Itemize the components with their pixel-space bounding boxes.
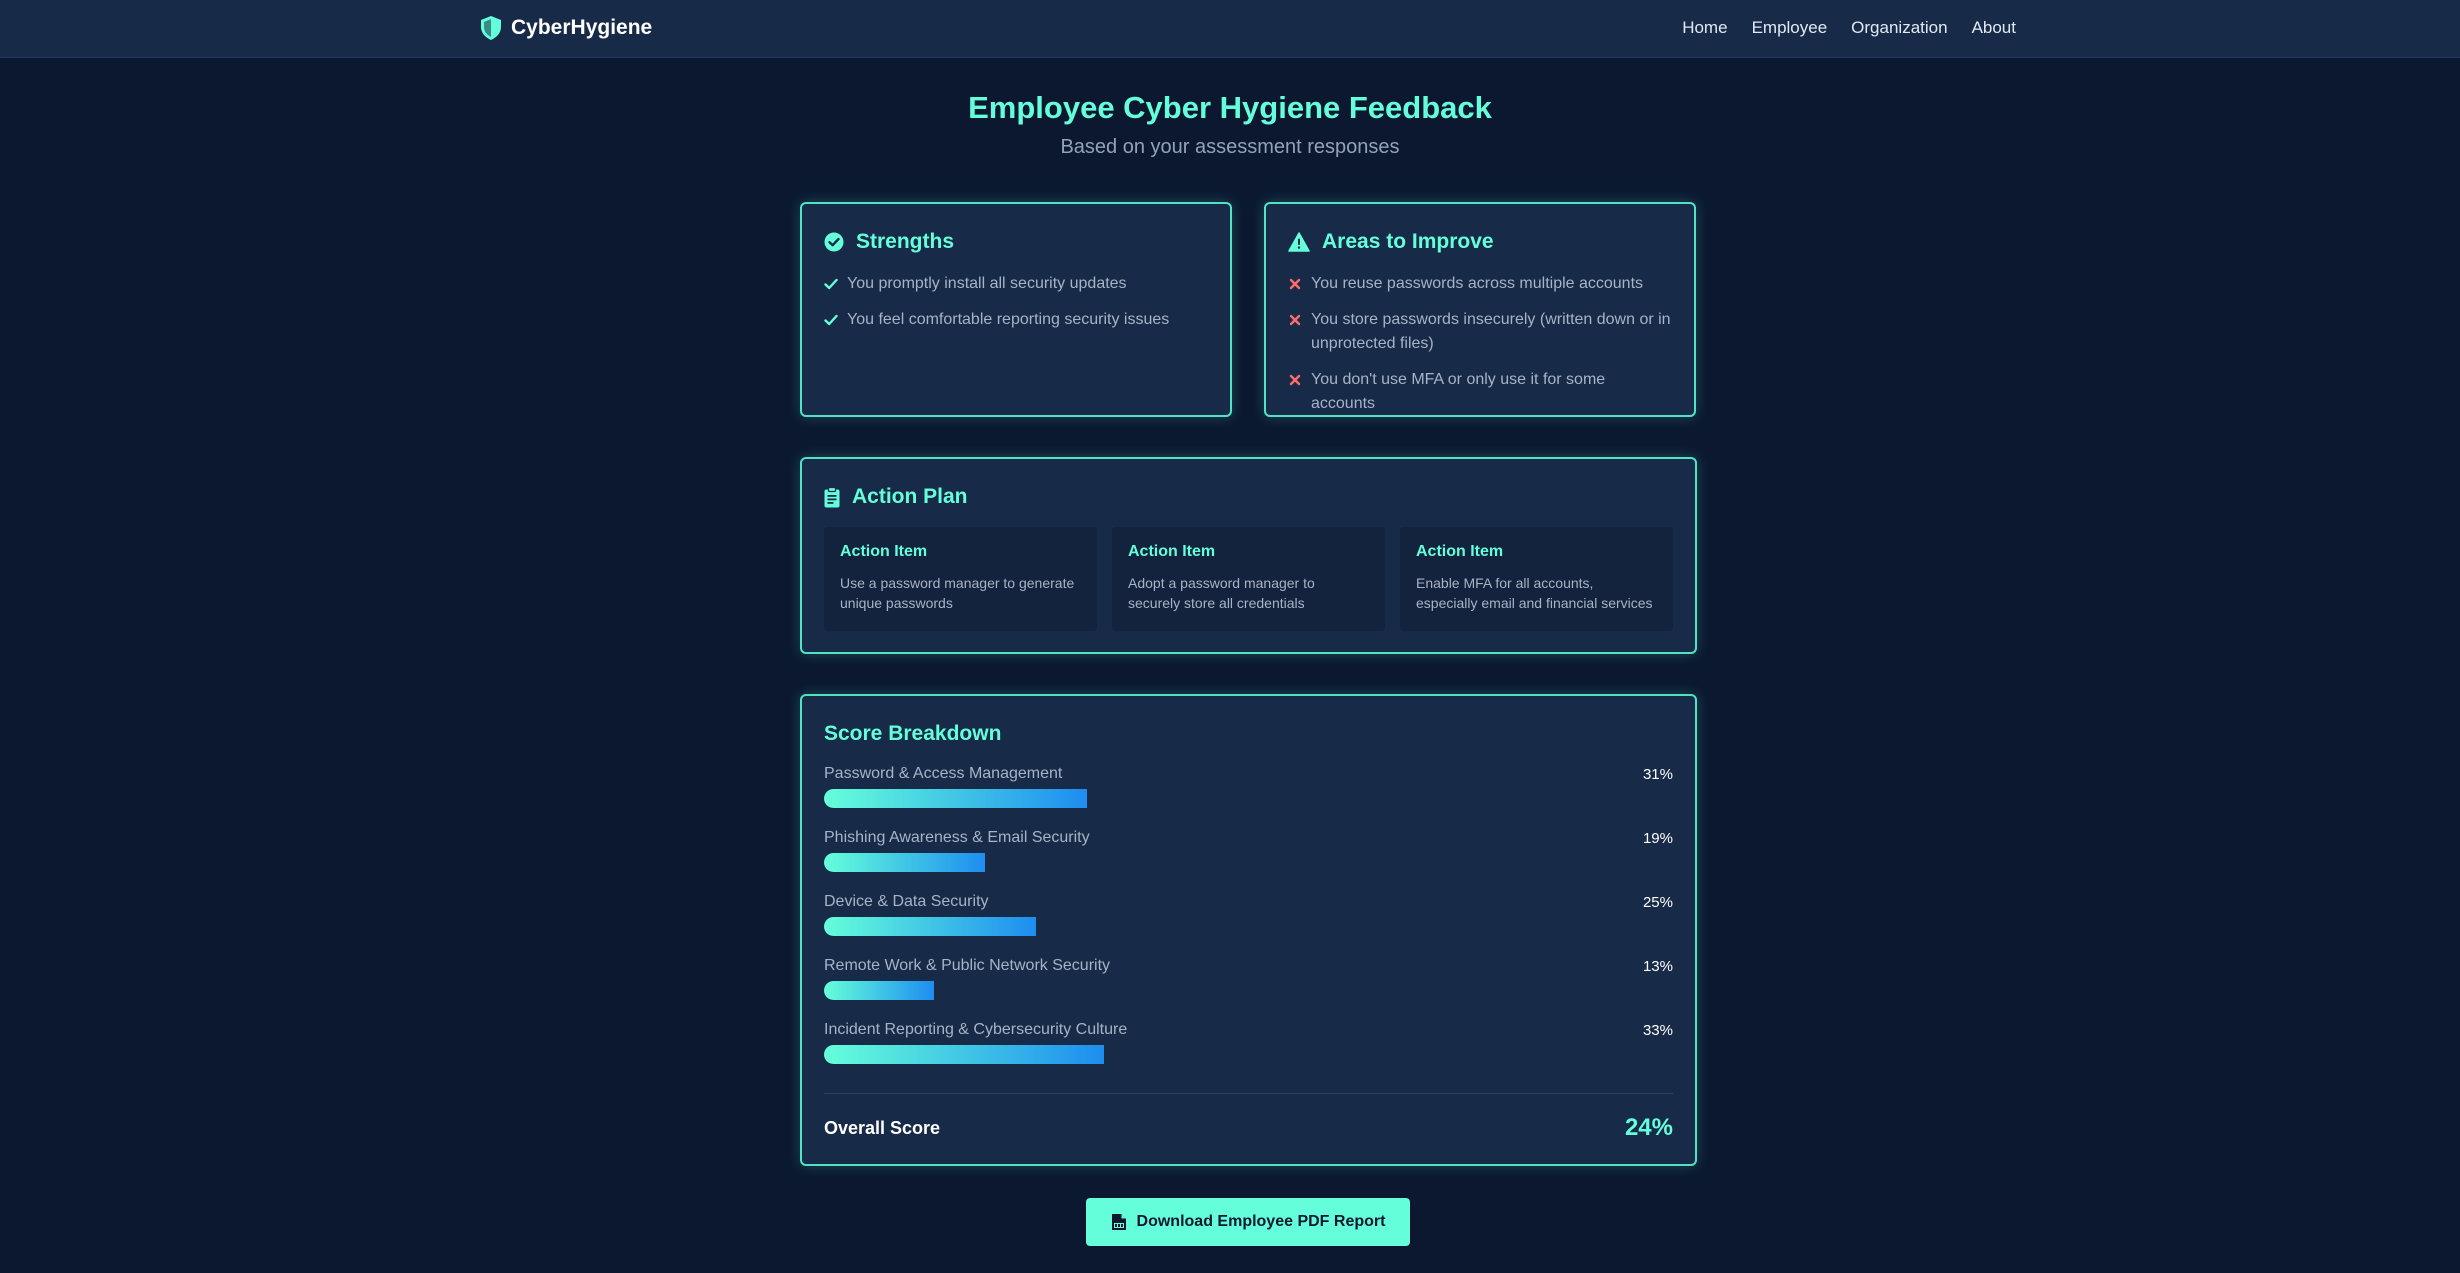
- brand-name: CyberHygiene: [511, 16, 653, 39]
- score-row: Password & Access Management 31%: [824, 764, 1673, 828]
- download-pdf-label: Download Employee PDF Report: [1136, 1213, 1386, 1230]
- progress-bar: [824, 789, 1673, 808]
- check-icon: [824, 278, 838, 290]
- strengths-header: Strengths: [824, 230, 1208, 254]
- nav-links: Home Employee Organization About: [1682, 15, 2016, 41]
- score-value: 31%: [1642, 765, 1673, 783]
- improve-text: You reuse passwords across multiple acco…: [1311, 275, 1644, 292]
- progress-fill: [824, 1045, 1105, 1064]
- progress-bar: [824, 853, 1673, 872]
- nav-link-home[interactable]: Home: [1682, 18, 1727, 38]
- action-plan-title: Action Plan: [852, 485, 968, 508]
- score-value: 13%: [1642, 957, 1673, 975]
- x-mark-icon: [1289, 314, 1301, 326]
- strengths-title: Strengths: [856, 230, 955, 253]
- x-mark-icon: [1289, 278, 1301, 290]
- score-list: Password & Access Management 31% Phishin…: [824, 764, 1673, 1084]
- warning-triangle-icon: [1288, 232, 1310, 252]
- page-subtitle: Based on your assessment responses: [1060, 136, 1400, 158]
- check-circle-icon: [824, 232, 844, 252]
- action-item: Action Item Use a password manager to ge…: [824, 527, 1097, 631]
- action-item-text: Enable MFA for all accounts, especially …: [1416, 575, 1653, 611]
- list-item: You reuse passwords across multiple acco…: [1288, 272, 1672, 296]
- score-label: Phishing Awareness & Email Security: [824, 829, 1090, 846]
- score-label: Incident Reporting & Cybersecurity Cultu…: [824, 1021, 1128, 1038]
- score-label: Device & Data Security: [824, 893, 989, 910]
- nav-link-about[interactable]: About: [1972, 18, 2016, 38]
- improve-text: You store passwords insecurely (written …: [1311, 311, 1671, 352]
- action-item: Action Item Enable MFA for all accounts,…: [1400, 527, 1673, 631]
- action-item-title: Action Item: [1128, 543, 1216, 560]
- list-item: You promptly install all security update…: [824, 272, 1208, 296]
- action-item-title: Action Item: [1416, 543, 1504, 560]
- divider: [824, 1093, 1673, 1094]
- strengths-list: You promptly install all security update…: [824, 272, 1208, 332]
- list-item: You store passwords insecurely (written …: [1288, 308, 1672, 356]
- score-value: 25%: [1642, 893, 1673, 911]
- score-breakdown-card: Score Breakdown Password & Access Manage…: [800, 694, 1697, 1166]
- strengths-card: Strengths You promptly install all secur…: [800, 202, 1232, 417]
- pdf-file-icon: [1111, 1214, 1126, 1230]
- overall-score-value: 24%: [1624, 1114, 1673, 1141]
- score-row: Phishing Awareness & Email Security 19%: [824, 828, 1673, 892]
- score-row: Incident Reporting & Cybersecurity Cultu…: [824, 1020, 1673, 1084]
- nav-link-organization[interactable]: Organization: [1851, 18, 1947, 38]
- strength-text: You promptly install all security update…: [847, 275, 1127, 292]
- improve-title: Areas to Improve: [1322, 230, 1494, 253]
- action-items: Action Item Use a password manager to ge…: [824, 527, 1673, 631]
- progress-fill: [824, 853, 986, 872]
- nav-link-employee[interactable]: Employee: [1752, 18, 1828, 38]
- progress-bar: [824, 981, 1673, 1000]
- action-item-title: Action Item: [840, 543, 928, 560]
- overall-score-label: Overall Score: [824, 1117, 941, 1138]
- score-label: Remote Work & Public Network Security: [824, 957, 1111, 974]
- download-pdf-button[interactable]: Download Employee PDF Report: [1086, 1198, 1410, 1246]
- score-row: Device & Data Security 25%: [824, 892, 1673, 956]
- brand-logo[interactable]: CyberHygiene: [479, 13, 652, 43]
- progress-fill: [824, 789, 1088, 808]
- navbar: CyberHygiene Home Employee Organization …: [0, 0, 2460, 58]
- improve-list: You reuse passwords across multiple acco…: [1288, 272, 1672, 416]
- overall-score: Overall Score 24%: [824, 1114, 1673, 1142]
- progress-bar: [824, 917, 1673, 936]
- clipboard-icon: [824, 486, 840, 507]
- progress-fill: [824, 917, 1037, 936]
- action-item-text: Adopt a password manager to securely sto…: [1128, 575, 1315, 611]
- list-item: You don't use MFA or only use it for som…: [1288, 368, 1672, 416]
- page-title: Employee Cyber Hygiene Feedback: [968, 90, 1492, 125]
- action-plan-header: Action Plan: [824, 485, 1673, 509]
- score-breakdown-title: Score Breakdown: [824, 722, 1002, 745]
- progress-bar: [824, 1045, 1673, 1064]
- shield-icon: [481, 16, 501, 40]
- strength-text: You feel comfortable reporting security …: [847, 311, 1170, 328]
- action-item-text: Use a password manager to generate uniqu…: [840, 575, 1075, 611]
- score-row: Remote Work & Public Network Security 13…: [824, 956, 1673, 1020]
- improve-header: Areas to Improve: [1288, 230, 1672, 254]
- score-label: Password & Access Management: [824, 765, 1063, 782]
- score-value: 33%: [1642, 1021, 1673, 1039]
- action-plan-card: Action Plan Action Item Use a password m…: [800, 457, 1697, 654]
- improve-text: You don't use MFA or only use it for som…: [1311, 371, 1606, 412]
- check-icon: [824, 314, 838, 326]
- progress-fill: [824, 981, 935, 1000]
- action-item: Action Item Adopt a password manager to …: [1112, 527, 1385, 631]
- areas-to-improve-card: Areas to Improve You reuse passwords acr…: [1264, 202, 1696, 417]
- x-mark-icon: [1289, 374, 1301, 386]
- score-value: 19%: [1642, 829, 1673, 847]
- list-item: You feel comfortable reporting security …: [824, 308, 1208, 332]
